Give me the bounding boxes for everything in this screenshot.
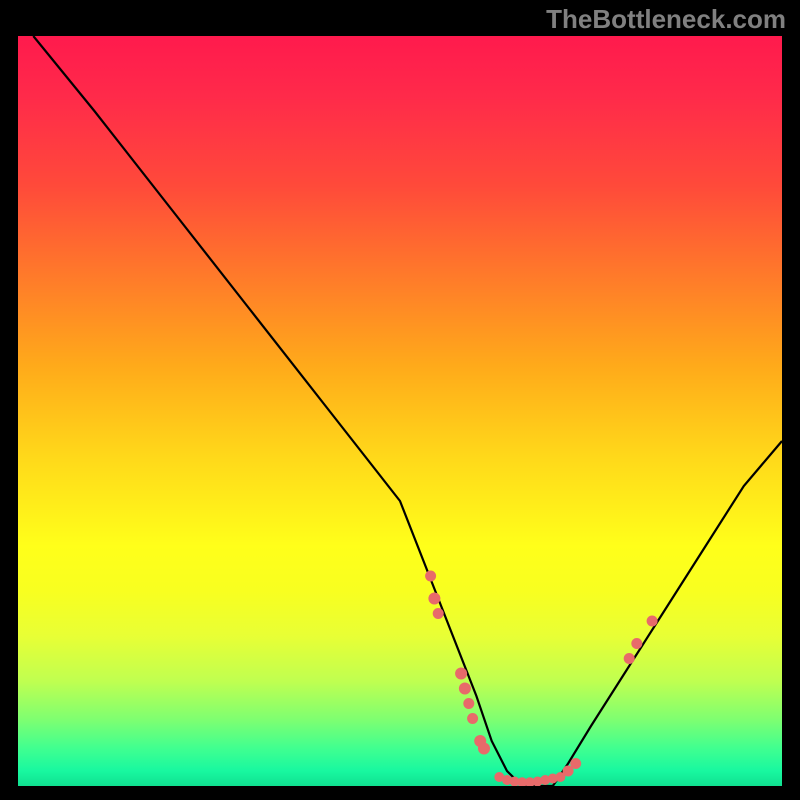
curve-markers [425,571,657,787]
curve-marker [467,713,478,724]
curve-marker [455,668,467,680]
curve-marker [459,683,471,695]
curve-marker [433,608,444,619]
curve-marker [647,616,658,627]
curve-marker [463,698,474,709]
curve-marker [425,571,436,582]
curve-marker [624,653,635,664]
watermark-text: TheBottleneck.com [546,4,786,35]
curve-marker [478,743,490,755]
bottleneck-curve [33,36,782,786]
curve-marker [570,758,581,769]
chart-frame [18,36,782,786]
chart-svg [18,36,782,786]
curve-marker [428,593,440,605]
curve-marker [631,638,642,649]
